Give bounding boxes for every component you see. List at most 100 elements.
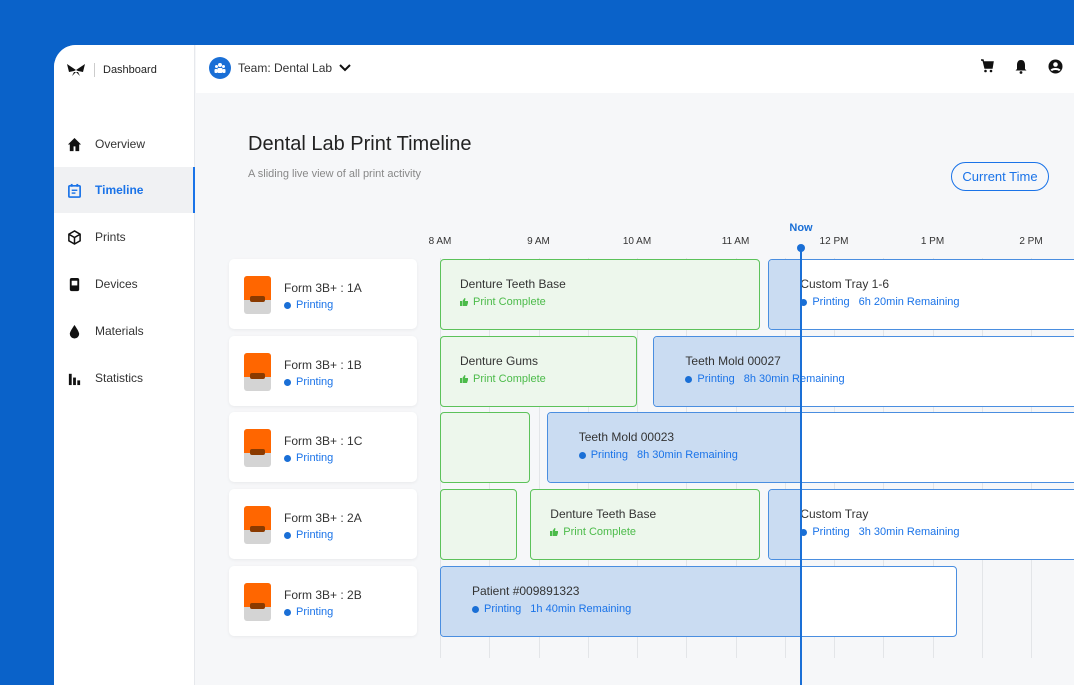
job-title: Denture Teeth Base	[460, 277, 566, 291]
job-remaining: 3h 30min Remaining	[858, 526, 960, 538]
cart-icon[interactable]	[980, 59, 994, 73]
sidebar-item-label: Overview	[95, 137, 146, 151]
drop-icon	[69, 324, 80, 339]
job-bar-complete[interactable]: Denture Gums Print Complete	[440, 336, 637, 407]
job-bar-complete[interactable]: Denture Teeth Base Print Complete	[530, 489, 761, 560]
device-card[interactable]: Form 3B+ : 2B Printing	[229, 566, 417, 636]
sidebar-item-overview[interactable]: Overview	[54, 121, 195, 167]
thumbs-up-icon	[550, 528, 559, 536]
sidebar-item-label: Statistics	[95, 371, 144, 385]
sidebar-item-devices[interactable]: Devices	[54, 261, 195, 307]
device-status-label: Printing	[296, 376, 334, 388]
brand-label: Dashboard	[103, 64, 157, 76]
job-status: Printing 6h 20min Remaining	[800, 296, 960, 308]
bell-icon[interactable]	[1014, 59, 1028, 74]
device-name: Form 3B+ : 1A	[284, 281, 362, 295]
sidebar-item-label: Materials	[95, 324, 144, 338]
sidebar-item-label: Devices	[95, 277, 138, 291]
thumbs-up-icon	[460, 298, 468, 306]
form3b-printer-icon	[244, 583, 271, 621]
job-bar-printing[interactable]: Teeth Mold 00027 Printing 8h 30min Remain…	[653, 336, 1074, 407]
device-status-label: Printing	[296, 299, 334, 311]
bar-chart-icon	[68, 373, 81, 385]
status-dot-icon	[472, 605, 479, 613]
printer-icon	[69, 277, 80, 291]
top-bar: Team: Dental Lab	[196, 45, 1074, 93]
device-name: Form 3B+ : 1C	[284, 434, 363, 448]
thumbs-up-icon	[460, 375, 468, 383]
job-status: Print Complete	[460, 373, 546, 385]
form3b-printer-icon	[244, 353, 271, 391]
device-card[interactable]: Form 3B+ : 2A Printing	[229, 489, 417, 559]
calendar-icon	[68, 183, 81, 198]
job-bar-complete[interactable]	[440, 489, 518, 560]
job-bar-printing[interactable]: Patient #009891323 Printing 1h 40min Rema…	[440, 566, 958, 637]
job-status: Printing 1h 40min Remaining	[472, 603, 631, 615]
page-title: Dental Lab Print Timeline	[248, 133, 472, 155]
cube-icon	[68, 229, 81, 245]
status-dot-icon	[685, 375, 693, 383]
progress-fill	[654, 337, 802, 406]
job-status-label: Print Complete	[473, 373, 546, 385]
job-title: Teeth Mold 00027	[685, 354, 781, 368]
status-dot-icon	[578, 451, 586, 459]
device-card[interactable]: Form 3B+ : 1C Printing	[229, 412, 417, 482]
now-indicator-line[interactable]	[800, 248, 802, 685]
job-bar-printing[interactable]: Custom Tray Printing 3h 30min Remaining	[768, 489, 1074, 560]
device-status: Printing	[284, 452, 333, 464]
job-status-label: Print Complete	[473, 296, 546, 308]
home-icon	[67, 137, 82, 151]
sidebar-item-statistics[interactable]: Statistics	[54, 355, 195, 401]
job-status: Printing 8h 30min Remaining	[578, 449, 738, 461]
device-status: Printing	[284, 606, 333, 618]
job-bar-printing[interactable]: Teeth Mold 00023 Printing 8h 30min Remain…	[546, 412, 1074, 483]
device-status-label: Printing	[296, 529, 334, 541]
job-bar-printing[interactable]: Custom Tray 1-6 Printing 6h 20min Remaini…	[768, 259, 1074, 330]
form3b-printer-icon	[244, 506, 271, 544]
now-indicator-dot	[797, 244, 805, 252]
account-icon[interactable]	[1048, 59, 1063, 74]
progress-fill	[769, 490, 802, 559]
progress-fill	[547, 413, 802, 482]
status-dot-icon	[284, 378, 291, 386]
status-dot-icon	[284, 454, 291, 462]
job-bar-complete[interactable]	[440, 412, 531, 483]
job-title: Custom Tray	[800, 507, 869, 521]
device-name: Form 3B+ : 2A	[284, 511, 362, 525]
job-status: Printing 8h 30min Remaining	[685, 373, 845, 385]
hour-label: 11 AM	[721, 236, 750, 247]
team-icon	[209, 57, 231, 79]
hour-label: 8 AM	[428, 236, 452, 247]
current-time-button[interactable]: Current Time	[951, 162, 1049, 191]
app-window: Dashboard Overview Timeline Prints Devic…	[54, 45, 1074, 685]
job-remaining: 1h 40min Remaining	[530, 603, 632, 615]
form3b-printer-icon	[244, 276, 271, 314]
team-label: Team: Dental Lab	[238, 61, 333, 75]
job-title: Custom Tray 1-6	[800, 277, 890, 291]
sidebar-item-prints[interactable]: Prints	[54, 214, 195, 260]
job-status: Print Complete	[460, 296, 546, 308]
progress-fill	[441, 567, 802, 636]
sidebar-item-timeline[interactable]: Timeline	[54, 167, 195, 213]
sidebar-item-materials[interactable]: Materials	[54, 308, 195, 354]
device-status: Printing	[284, 299, 333, 311]
job-remaining: 6h 20min Remaining	[858, 296, 960, 308]
job-bar-complete[interactable]: Denture Teeth Base Print Complete	[440, 259, 761, 330]
job-status-label: Printing	[697, 373, 735, 385]
sidebar-item-label: Timeline	[95, 183, 144, 197]
job-status-label: Printing	[812, 526, 850, 538]
butterfly-logo-icon	[67, 64, 85, 76]
sidebar: Dashboard Overview Timeline Prints Devic…	[54, 45, 195, 685]
job-status-label: Print Complete	[563, 526, 637, 538]
brand[interactable]: Dashboard	[66, 63, 157, 77]
job-title: Denture Teeth Base	[550, 507, 657, 521]
hour-label: 1 PM	[920, 236, 945, 247]
hour-label: 9 AM	[527, 236, 550, 247]
page-subtitle: A sliding live view of all print activit…	[248, 168, 422, 180]
sidebar-item-label: Prints	[95, 230, 126, 244]
device-card[interactable]: Form 3B+ : 1A Printing	[229, 259, 417, 329]
job-remaining: 8h 30min Remaining	[743, 373, 845, 385]
device-card[interactable]: Form 3B+ : 1B Printing	[229, 336, 417, 406]
team-selector[interactable]: Team: Dental Lab	[209, 57, 351, 79]
job-status-label: Printing	[590, 449, 628, 461]
